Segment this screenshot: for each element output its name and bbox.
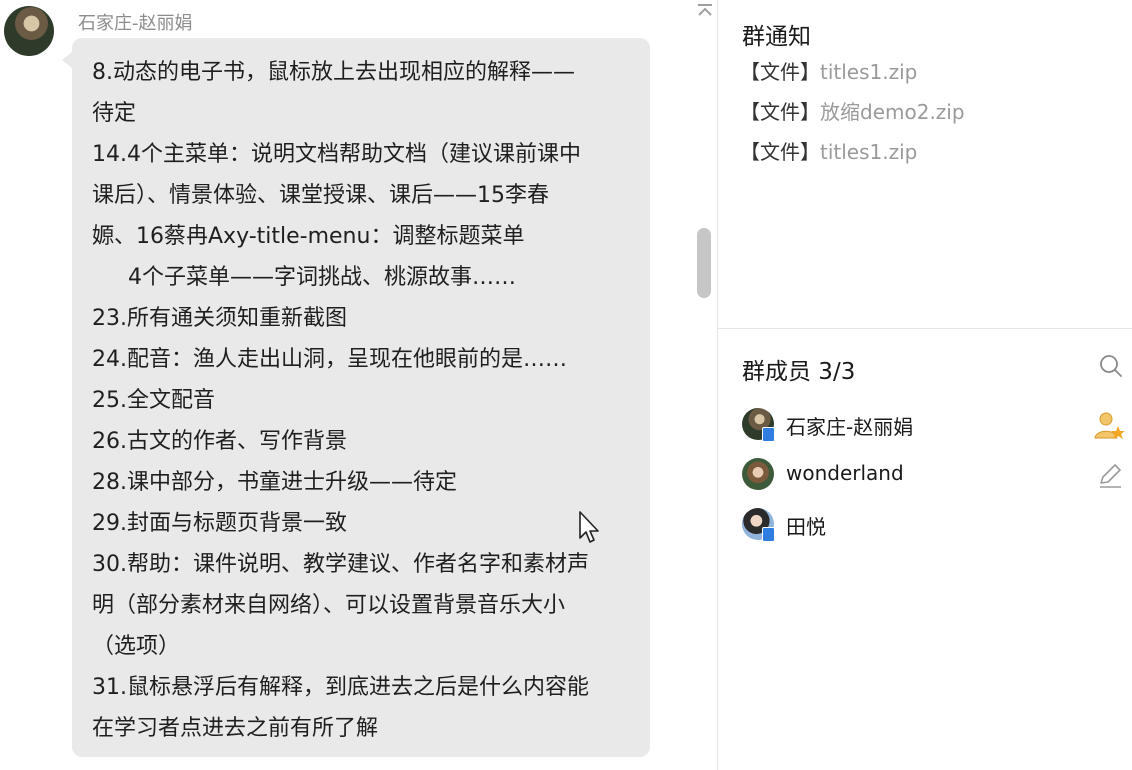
notice-file-item[interactable]: 【文件】titles1.zip <box>740 139 917 165</box>
collapse-up-icon[interactable] <box>695 2 715 18</box>
message-line: 明（部分素材来自网络）、可以设置背景音乐大小 <box>92 593 566 618</box>
file-tag: 【文件】 <box>740 140 820 164</box>
message-line: 14.4个主菜单：说明文档帮助文档（建议课前课中 <box>92 142 581 167</box>
message-line: 在学习者点进去之前有所了解 <box>92 716 379 741</box>
edit-icon[interactable] <box>1096 461 1124 489</box>
member-name: 田悦 <box>786 515 826 539</box>
notice-file-item[interactable]: 【文件】titles1.zip <box>740 59 917 85</box>
section-divider <box>718 328 1132 329</box>
member-name: wonderland <box>786 461 904 485</box>
message-line: 30.帮助：课件说明、教学建议、作者名字和素材声 <box>92 552 589 577</box>
message-line: 课后）、情景体验、课堂授课、课后——15李春 <box>92 183 549 208</box>
message-line: 28.课中部分，书童进士升级——待定 <box>92 470 457 495</box>
notice-title: 群通知 <box>742 24 811 50</box>
message-line: 24.配音：渔人走出山洞，呈现在他眼前的是…… <box>92 347 567 372</box>
bubble-tail <box>62 52 72 68</box>
file-name[interactable]: titles1.zip <box>820 60 917 84</box>
search-icon[interactable] <box>1098 353 1124 379</box>
members-title: 群成员 3/3 <box>742 359 856 385</box>
file-name[interactable]: titles1.zip <box>820 140 917 164</box>
sender-avatar[interactable] <box>4 6 54 56</box>
mouse-pointer-icon <box>579 511 599 543</box>
group-info-panel: 群通知 【文件】titles1.zip 【文件】放缩demo2.zip 【文件】… <box>718 0 1132 770</box>
notice-file-item[interactable]: 【文件】放缩demo2.zip <box>740 99 965 125</box>
sender-name: 石家庄-赵丽娟 <box>78 13 193 34</box>
message-line: 4个子菜单——字词挑战、桃源故事…… <box>128 265 516 290</box>
chat-pane: 石家庄-赵丽娟 8.动态的电子书，鼠标放上去出现相应的解释—— 待定 14.4个主菜… <box>0 0 718 770</box>
message-line: 25.全文配音 <box>92 388 215 413</box>
member-row[interactable]: 石家庄-赵丽娟 <box>742 408 1126 442</box>
member-name: 石家庄-赵丽娟 <box>786 415 914 439</box>
message-line: 29.封面与标题页背景一致 <box>92 511 347 536</box>
device-badge-icon <box>762 527 775 542</box>
member-row[interactable]: 田悦 <box>742 508 1126 542</box>
member-row[interactable]: wonderland <box>742 458 1126 492</box>
message-line: 26.古文的作者、写作背景 <box>92 429 347 454</box>
member-avatar <box>742 458 774 490</box>
chat-scrollbar-thumb[interactable] <box>697 228 711 298</box>
message-line: 待定 <box>92 101 137 126</box>
message-text: 8.动态的电子书，鼠标放上去出现相应的解释—— 待定 14.4个主菜单：说明文档帮助… <box>92 52 632 749</box>
device-badge-icon <box>762 427 775 442</box>
message-line: 8.动态的电子书，鼠标放上去出现相应的解释—— <box>92 60 575 85</box>
message-line: 23.所有通关须知重新截图 <box>92 306 347 331</box>
message-line: （选项） <box>92 634 181 659</box>
file-name[interactable]: 放缩demo2.zip <box>820 100 965 124</box>
message-line: 嫄、16蔡冉Axy-title-menu：调整标题菜单 <box>92 224 525 249</box>
file-tag: 【文件】 <box>740 60 820 84</box>
owner-icon <box>1094 412 1125 439</box>
file-tag: 【文件】 <box>740 100 820 124</box>
message-bubble[interactable]: 8.动态的电子书，鼠标放上去出现相应的解释—— 待定 14.4个主菜单：说明文档帮助… <box>72 38 650 757</box>
message-line: 31.鼠标悬浮后有解释，到底进去之后是什么内容能 <box>92 675 589 700</box>
